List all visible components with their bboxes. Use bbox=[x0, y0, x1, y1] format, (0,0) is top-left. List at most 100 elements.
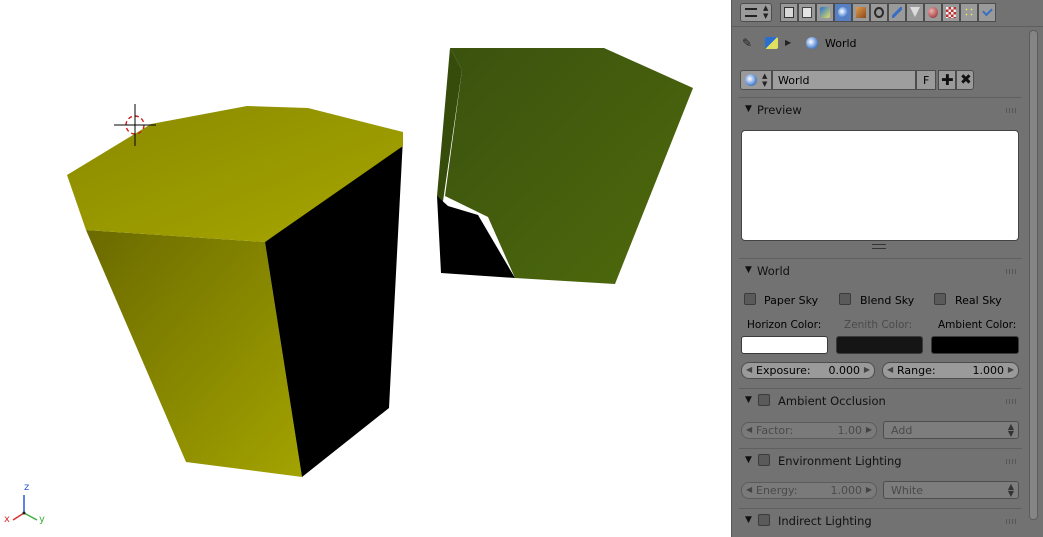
indirect-lighting-checkbox[interactable] bbox=[758, 514, 770, 526]
increment-arrow-icon[interactable]: ▶ bbox=[864, 365, 870, 374]
environment-lighting-title: Environment Lighting bbox=[778, 454, 902, 468]
fake-user-button[interactable]: F bbox=[916, 70, 936, 90]
ao-blend-mode-value: Add bbox=[891, 424, 913, 437]
zenith-color-swatch[interactable] bbox=[836, 336, 923, 354]
fake-user-label: F bbox=[923, 74, 930, 87]
physics-icon bbox=[982, 5, 993, 17]
range-field[interactable]: ◀ Range: 1.000 ▶ bbox=[882, 362, 1019, 379]
axis-z-label: z bbox=[24, 482, 30, 493]
preview-panel-header[interactable]: ▼ Preview bbox=[739, 100, 1021, 120]
decrement-arrow-icon[interactable]: ◀ bbox=[746, 425, 752, 434]
horizon-color-label: Horizon Color: bbox=[747, 319, 822, 331]
unlink-world-button[interactable]: ✖ bbox=[956, 70, 974, 90]
chevron-updown-icon: ▲ ▼ bbox=[1007, 422, 1014, 438]
tab-data[interactable] bbox=[906, 3, 924, 22]
decrement-arrow-icon[interactable]: ◀ bbox=[746, 365, 752, 374]
tab-world[interactable] bbox=[834, 3, 852, 22]
plus-icon: ✚ bbox=[941, 71, 954, 89]
tab-object[interactable] bbox=[852, 3, 870, 22]
material-icon bbox=[928, 7, 938, 18]
increment-arrow-icon[interactable]: ▶ bbox=[866, 425, 872, 434]
tab-particles[interactable] bbox=[960, 3, 978, 22]
world-icon bbox=[806, 37, 818, 49]
horizon-color-swatch[interactable] bbox=[741, 336, 828, 354]
pin-icon[interactable]: ✎ bbox=[742, 37, 754, 49]
env-color-value: White bbox=[891, 484, 923, 497]
real-sky-label[interactable]: Real Sky bbox=[955, 294, 1002, 307]
3d-viewport[interactable]: z y x bbox=[0, 0, 731, 537]
zenith-color-label: Zenith Color: bbox=[844, 319, 913, 331]
exposure-label: Exposure: bbox=[756, 364, 811, 377]
decrement-arrow-icon[interactable]: ◀ bbox=[746, 485, 752, 494]
tab-modifiers[interactable] bbox=[888, 3, 906, 22]
editor-type-button[interactable]: ▲ ▼ bbox=[740, 3, 772, 22]
indirect-lighting-panel-header[interactable]: ▼ Indirect Lighting bbox=[739, 511, 1021, 531]
ambient-occlusion-checkbox[interactable] bbox=[758, 394, 770, 406]
tab-render[interactable] bbox=[780, 3, 798, 22]
exposure-field[interactable]: ◀ Exposure: 0.000 ▶ bbox=[741, 362, 875, 379]
render-layers-icon bbox=[802, 7, 812, 18]
world-icon bbox=[838, 7, 848, 18]
ao-blend-mode-dropdown[interactable]: Add ▲ ▼ bbox=[883, 421, 1019, 439]
env-energy-label: Energy: bbox=[756, 484, 798, 497]
viewport-canvas bbox=[12, 48, 693, 521]
drag-grip-icon[interactable] bbox=[1006, 399, 1017, 404]
env-energy-field[interactable]: ◀ Energy: 1.000 ▶ bbox=[741, 482, 877, 499]
panel-separator bbox=[739, 258, 1022, 259]
drag-grip-icon[interactable] bbox=[1006, 269, 1017, 274]
environment-lighting-checkbox[interactable] bbox=[758, 454, 770, 466]
blend-sky-checkbox[interactable] bbox=[839, 293, 851, 305]
properties-header: ▲ ▼ bbox=[732, 0, 1043, 27]
chevron-updown-icon: ▲ ▼ bbox=[762, 72, 768, 88]
constraints-icon bbox=[874, 7, 884, 18]
new-world-button[interactable]: ✚ bbox=[938, 70, 956, 90]
breadcrumb-world-label[interactable]: World bbox=[825, 37, 857, 50]
env-energy-value: 1.000 bbox=[830, 484, 863, 497]
particles-icon bbox=[964, 7, 974, 18]
ambient-color-label: Ambient Color: bbox=[938, 319, 1017, 331]
decrement-arrow-icon[interactable]: ◀ bbox=[887, 365, 893, 374]
preview-resize-handle[interactable] bbox=[872, 244, 886, 249]
object-icon bbox=[856, 7, 866, 18]
increment-arrow-icon[interactable]: ▶ bbox=[866, 485, 872, 494]
environment-lighting-panel-header[interactable]: ▼ Environment Lighting bbox=[739, 451, 1021, 471]
ao-factor-value: 1.00 bbox=[837, 424, 863, 437]
render-icon bbox=[784, 7, 794, 18]
tab-render-layers[interactable] bbox=[798, 3, 816, 22]
properties-scrollbar[interactable] bbox=[1029, 30, 1038, 520]
increment-arrow-icon[interactable]: ▶ bbox=[1008, 365, 1014, 374]
properties-editor-icon bbox=[745, 8, 757, 17]
tab-physics[interactable] bbox=[978, 3, 996, 22]
paper-sky-checkbox[interactable] bbox=[744, 293, 756, 305]
tab-scene[interactable] bbox=[816, 3, 834, 22]
ambient-color-swatch[interactable] bbox=[931, 336, 1019, 354]
tab-constraints[interactable] bbox=[870, 3, 888, 22]
scene-icon bbox=[765, 37, 778, 49]
expand-triangle-icon: ▼ bbox=[745, 265, 752, 275]
axis-y-label: y bbox=[39, 514, 45, 525]
world-datablock-selector: ▲▼ F ✚ ✖ bbox=[740, 70, 976, 90]
drag-grip-icon[interactable] bbox=[1006, 459, 1017, 464]
world-panel-header[interactable]: ▼ World bbox=[739, 261, 1021, 281]
world-browse-button[interactable]: ▲ ▼ bbox=[740, 70, 772, 90]
exposure-value: 0.000 bbox=[828, 364, 861, 377]
tab-material[interactable] bbox=[924, 3, 942, 22]
preview-panel-title: Preview bbox=[757, 103, 802, 117]
ambient-occlusion-panel-header[interactable]: ▼ Ambient Occlusion bbox=[739, 391, 1021, 411]
chevron-updown-icon: ▲ ▼ bbox=[763, 4, 769, 20]
axis-gizmo bbox=[12, 495, 38, 521]
world-name-field[interactable] bbox=[772, 70, 916, 90]
env-color-dropdown[interactable]: White ▲ ▼ bbox=[883, 481, 1019, 499]
range-label: Range: bbox=[897, 364, 936, 377]
real-sky-checkbox[interactable] bbox=[934, 293, 946, 305]
drag-grip-icon[interactable] bbox=[1006, 519, 1017, 524]
blend-sky-label[interactable]: Blend Sky bbox=[860, 294, 914, 307]
paper-sky-label[interactable]: Paper Sky bbox=[764, 294, 818, 307]
tab-texture[interactable] bbox=[942, 3, 960, 22]
drag-grip-icon[interactable] bbox=[1006, 108, 1017, 113]
ao-factor-field[interactable]: ◀ Factor: 1.00 ▶ bbox=[741, 422, 877, 439]
hexagonal-prism-object[interactable] bbox=[67, 106, 403, 477]
cube-object[interactable] bbox=[437, 48, 693, 284]
texture-icon bbox=[946, 7, 956, 18]
properties-editor: ▲▼ ✎ ▶ World ▲▼ F ✚ ✖ bbox=[731, 0, 1043, 537]
